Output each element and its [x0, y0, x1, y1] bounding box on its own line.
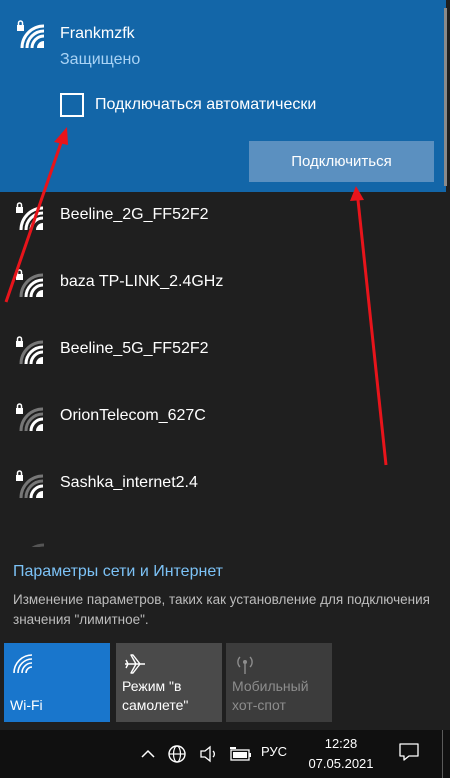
wifi-icon — [13, 654, 33, 674]
network-item[interactable]: baza TP-LINK_2.4GHz — [0, 252, 446, 318]
airplane-tile-label: Режим "в самолете" — [122, 678, 189, 713]
connect-button[interactable]: Подключиться — [249, 141, 434, 182]
airplane-mode-tile[interactable]: Режим "в самолете" — [116, 643, 222, 722]
network-name: baza TP-LINK_2.4GHz — [60, 273, 224, 290]
hotspot-icon — [237, 656, 253, 674]
mobile-hotspot-tile[interactable]: Мобильный хот-спот — [226, 643, 332, 722]
network-item[interactable]: Sashka_internet2.4 — [0, 453, 446, 519]
chevron-up-icon[interactable] — [140, 744, 156, 764]
hotspot-tile-label: Мобильный хот-спот — [232, 678, 309, 713]
partial-wifi-icon — [14, 537, 48, 547]
taskbar-clock[interactable]: 12:28 07.05.2021 — [302, 734, 380, 774]
network-flyout: Frankmzfk Защищено Подключаться автомати… — [0, 0, 450, 730]
scrollbar-thumb[interactable] — [444, 8, 447, 186]
wifi-secured-icon — [16, 336, 44, 365]
network-name: OrionTelecom_627C — [60, 407, 206, 424]
auto-connect-checkbox[interactable]: Подключаться автоматически — [60, 92, 316, 118]
airplane-icon — [125, 654, 145, 674]
battery-icon[interactable] — [228, 744, 254, 764]
network-settings-link[interactable]: Параметры сети и Интернет — [13, 563, 223, 581]
auto-connect-label: Подключаться автоматически — [95, 96, 317, 113]
network-name: Beeline_5G_FF52F2 — [60, 340, 209, 357]
language-indicator[interactable]: РУС — [261, 744, 287, 759]
network-settings-description: Изменение параметров, таких как установл… — [13, 592, 430, 627]
wifi-toggle-tile[interactable]: Wi-Fi — [4, 643, 110, 722]
selected-network-card[interactable]: Frankmzfk Защищено Подключаться автомати… — [0, 0, 446, 192]
taskbar — [0, 730, 450, 778]
volume-icon[interactable] — [198, 744, 220, 764]
wifi-tile-label: Wi-Fi — [10, 697, 43, 713]
wifi-secured-icon — [16, 202, 44, 231]
show-desktop-button[interactable] — [442, 730, 450, 778]
checkbox-box[interactable] — [60, 93, 84, 117]
clock-date: 07.05.2021 — [308, 756, 374, 771]
network-name: Sashka_internet2.4 — [60, 474, 198, 491]
clock-time: 12:28 — [324, 736, 358, 751]
selected-network-name: Frankmzfk — [60, 25, 135, 42]
network-item[interactable]: Beeline_2G_FF52F2 — [0, 185, 446, 251]
wifi-secured-icon — [16, 470, 44, 499]
network-item[interactable]: OrionTelecom_627C — [0, 386, 446, 452]
network-item[interactable]: Beeline_5G_FF52F2 — [0, 319, 446, 385]
wifi-secured-icon — [16, 269, 44, 298]
wifi-secured-icon — [17, 20, 45, 49]
selected-network-status: Защищено — [60, 51, 141, 68]
network-name: Beeline_2G_FF52F2 — [60, 206, 209, 223]
wifi-secured-icon — [16, 403, 44, 432]
notification-icon[interactable] — [398, 742, 420, 762]
globe-network-icon[interactable] — [167, 744, 189, 764]
